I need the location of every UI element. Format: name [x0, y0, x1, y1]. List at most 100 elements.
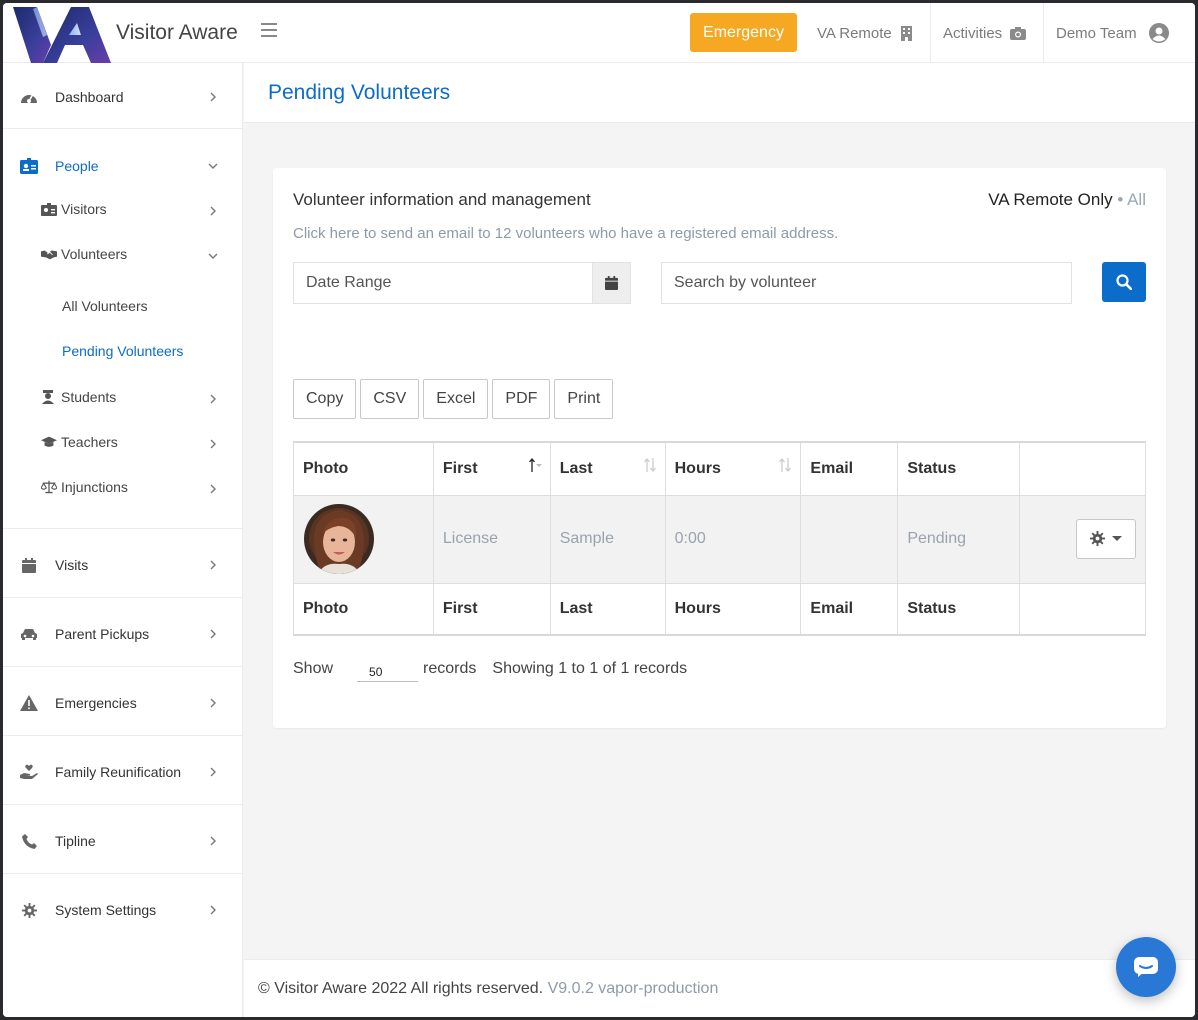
table-row[interactable]: License Sample 0:00 Pending [293, 494, 1146, 584]
volunteer-search-input[interactable] [662, 263, 1071, 303]
calendar-icon [605, 276, 618, 290]
sidebar-item-teachers[interactable]: Teachers [41, 430, 221, 454]
app-name: Visitor Aware [116, 21, 238, 44]
chevron-right-icon [210, 206, 216, 216]
sidebar-item-emergencies[interactable]: Emergencies [3, 687, 243, 719]
column-header-hours[interactable]: Hours [664, 441, 802, 496]
chevron-right-icon [210, 394, 216, 404]
date-range-input[interactable] [294, 263, 630, 303]
excel-button[interactable]: Excel [423, 379, 489, 419]
footer-header-hours: Hours [664, 582, 802, 636]
filter-va-remote-only[interactable]: VA Remote Only [988, 190, 1112, 209]
sidebar-item-injunctions[interactable]: Injunctions [41, 475, 221, 499]
column-header-label: Last [559, 459, 593, 477]
chat-launcher-button[interactable] [1116, 937, 1176, 997]
status-cell: Pending [897, 494, 1021, 584]
email-volunteers-link[interactable]: Click here to send an email to 12 volunt… [293, 225, 838, 242]
sidebar-item-family-reunification[interactable]: Family Reunification [3, 756, 243, 788]
volunteer-card: Volunteer information and management VA … [273, 168, 1166, 728]
page-header: Pending Volunteers [244, 63, 1195, 123]
phone-icon [20, 832, 38, 850]
graduation-cap-icon [41, 435, 57, 449]
footer-header-last: Last [549, 582, 666, 636]
sidebar-item-pending-volunteers[interactable]: Pending Volunteers [62, 340, 183, 362]
table-footer-row: Photo First Last Hours Email Status [293, 582, 1146, 636]
top-bar: Visitor Aware Emergency VA Remote Activi… [3, 3, 1195, 63]
chat-icon [1134, 957, 1158, 977]
column-header-actions [1019, 441, 1146, 496]
sidebar-label: Emergencies [55, 695, 137, 711]
sidebar-label: Injunctions [61, 479, 128, 495]
chevron-right-icon [210, 767, 216, 777]
activities-link[interactable]: Activities [943, 3, 1027, 63]
sidebar-item-system-settings[interactable]: System Settings [3, 894, 243, 926]
chevron-right-icon [210, 836, 216, 846]
email-cell [800, 494, 899, 584]
pdf-button[interactable]: PDF [492, 379, 551, 419]
column-header-first[interactable]: First [432, 441, 551, 496]
sidebar-item-dashboard[interactable]: Dashboard [3, 81, 243, 113]
export-button-group: Copy CSV Excel PDF Print [293, 379, 617, 419]
sidebar-label: System Settings [55, 902, 157, 918]
menu-toggle-icon[interactable] [261, 23, 277, 41]
table-header-row: Photo First Last Hours Email Status [293, 441, 1146, 496]
calendar-button[interactable] [592, 263, 630, 303]
chevron-right-icon [210, 92, 216, 102]
actions-cell [1019, 494, 1146, 584]
hand-holding-heart-icon [20, 763, 38, 781]
volunteers-table: Photo First Last Hours Email Status Lice… [293, 441, 1146, 636]
sidebar-item-people[interactable]: People [3, 150, 243, 182]
sidebar-item-all-volunteers[interactable]: All Volunteers [62, 295, 148, 317]
column-header-status: Status [897, 441, 1021, 496]
chevron-right-icon [210, 629, 216, 639]
footer-header-email: Email [800, 582, 899, 636]
chevron-right-icon [210, 484, 216, 494]
sidebar-label: Visits [55, 557, 89, 573]
chevron-down-icon [208, 163, 218, 169]
pagination-bar: Show 50 records Showing 1 to 1 of 1 reco… [293, 656, 687, 682]
column-header-email: Email [800, 441, 899, 496]
user-menu[interactable]: Demo Team [1056, 3, 1169, 63]
sidebar-item-students[interactable]: Students [41, 385, 221, 409]
print-button[interactable]: Print [554, 379, 614, 419]
sidebar-item-visits[interactable]: Visits [3, 549, 243, 581]
footer-header-status: Status [897, 582, 1021, 636]
building-icon [900, 25, 913, 41]
calendar-icon [20, 556, 38, 574]
va-remote-label: VA Remote [817, 24, 892, 42]
activities-label: Activities [943, 24, 1003, 42]
copyright-text: © Visitor Aware 2022 All rights reserved… [258, 980, 544, 997]
page-size-select[interactable]: 50 [357, 656, 419, 682]
column-header-last[interactable]: Last [549, 441, 666, 496]
show-label: Show [293, 660, 334, 677]
student-icon [41, 390, 57, 404]
search-button[interactable] [1102, 262, 1146, 302]
visitor-aware-logo[interactable] [13, 5, 111, 63]
chevron-right-icon [210, 905, 216, 915]
page-title: Pending Volunteers [268, 81, 451, 104]
sidebar-label: Students [61, 389, 117, 405]
hours-cell: 0:00 [664, 494, 802, 584]
va-remote-link[interactable]: VA Remote [817, 3, 913, 63]
csv-button[interactable]: CSV [360, 379, 420, 419]
warning-triangle-icon [20, 694, 38, 712]
sidebar-label: Visitors [61, 201, 107, 217]
handshake-icon [41, 247, 57, 261]
sidebar-item-tipline[interactable]: Tipline [3, 825, 243, 857]
chevron-down-icon [208, 253, 218, 259]
row-actions-dropdown[interactable] [1076, 518, 1136, 559]
copy-button[interactable]: Copy [293, 379, 357, 419]
emergency-button[interactable]: Emergency [690, 13, 797, 52]
chevron-right-icon [210, 698, 216, 708]
chevron-right-icon [210, 439, 216, 449]
footer-header-first: First [432, 582, 551, 636]
column-header-label: Hours [674, 459, 721, 477]
sidebar: Dashboard People Visitors Volunteers All… [3, 63, 243, 1017]
sidebar-item-volunteers[interactable]: Volunteers [41, 242, 221, 266]
remote-filter: VA Remote Only • All [988, 190, 1146, 210]
filter-all[interactable]: All [1127, 190, 1146, 209]
card-title: Volunteer information and management [293, 190, 591, 209]
sidebar-item-visitors[interactable]: Visitors [41, 197, 221, 221]
sidebar-item-parent-pickups[interactable]: Parent Pickups [3, 618, 243, 650]
volunteer-photo[interactable] [304, 504, 374, 574]
